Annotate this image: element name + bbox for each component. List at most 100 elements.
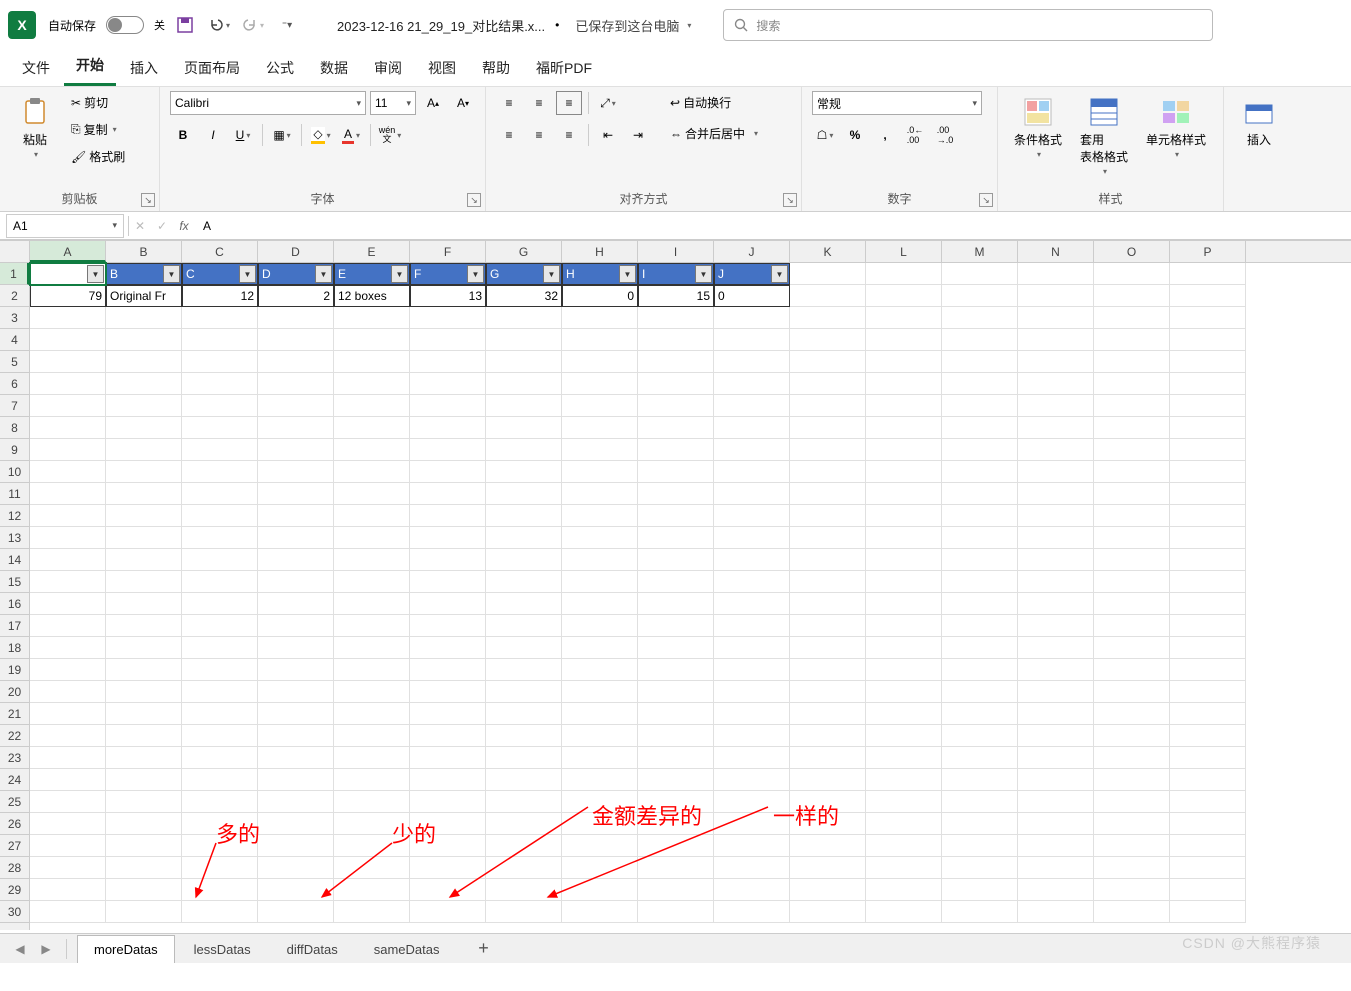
sheet-tab-diffdatas[interactable]: diffDatas (270, 935, 355, 963)
cell[interactable] (182, 637, 258, 659)
col-header-P[interactable]: P (1170, 241, 1246, 262)
cell[interactable] (942, 285, 1018, 307)
cell[interactable] (486, 527, 562, 549)
cell[interactable] (334, 395, 410, 417)
cell[interactable] (334, 549, 410, 571)
cell[interactable]: 2 (258, 285, 334, 307)
cell[interactable] (106, 527, 182, 549)
cell[interactable] (714, 461, 790, 483)
tab-foxit[interactable]: 福昕PDF (524, 52, 604, 86)
cell[interactable] (258, 637, 334, 659)
cell[interactable] (866, 285, 942, 307)
cell[interactable] (30, 857, 106, 879)
cell[interactable] (106, 901, 182, 923)
cell[interactable] (714, 659, 790, 681)
cell[interactable] (106, 703, 182, 725)
cell[interactable] (486, 483, 562, 505)
cell[interactable] (1094, 835, 1170, 857)
cell[interactable] (562, 879, 638, 901)
cell[interactable] (30, 439, 106, 461)
row-header-3[interactable]: 3 (0, 307, 29, 329)
cell[interactable] (334, 593, 410, 615)
cell[interactable] (258, 725, 334, 747)
cell[interactable] (182, 461, 258, 483)
cell[interactable] (714, 329, 790, 351)
cell[interactable] (410, 879, 486, 901)
cell[interactable] (1170, 637, 1246, 659)
cell[interactable] (790, 835, 866, 857)
cell[interactable] (866, 637, 942, 659)
grow-font-button[interactable]: A▴ (420, 91, 446, 115)
cell[interactable] (258, 813, 334, 835)
cell[interactable] (942, 395, 1018, 417)
cell[interactable] (562, 593, 638, 615)
col-header-L[interactable]: L (866, 241, 942, 262)
cell[interactable] (562, 505, 638, 527)
cell[interactable] (30, 593, 106, 615)
cell[interactable] (562, 527, 638, 549)
cell[interactable] (30, 549, 106, 571)
cell[interactable] (334, 483, 410, 505)
cell[interactable] (942, 329, 1018, 351)
cell[interactable] (1094, 505, 1170, 527)
cell[interactable] (258, 395, 334, 417)
row-header-19[interactable]: 19 (0, 659, 29, 681)
cell[interactable] (106, 813, 182, 835)
cell[interactable] (942, 659, 1018, 681)
cell[interactable] (714, 637, 790, 659)
cell[interactable] (942, 835, 1018, 857)
cell[interactable] (790, 263, 866, 285)
col-header-H[interactable]: H (562, 241, 638, 262)
cell[interactable] (638, 395, 714, 417)
cell[interactable] (1170, 329, 1246, 351)
cell[interactable] (1018, 505, 1094, 527)
cell[interactable] (942, 791, 1018, 813)
cell[interactable] (182, 439, 258, 461)
cell[interactable] (410, 461, 486, 483)
cell[interactable]: 0 (562, 285, 638, 307)
cell[interactable] (1018, 901, 1094, 923)
row-header-11[interactable]: 11 (0, 483, 29, 505)
cell[interactable] (1018, 747, 1094, 769)
formula-input[interactable]: A (195, 218, 1351, 233)
cell[interactable] (942, 857, 1018, 879)
font-launcher[interactable]: ↘ (467, 193, 481, 207)
cell[interactable] (182, 571, 258, 593)
cell[interactable] (714, 395, 790, 417)
cell[interactable] (1094, 593, 1170, 615)
cell[interactable] (714, 593, 790, 615)
cell[interactable] (942, 417, 1018, 439)
cell[interactable] (1094, 791, 1170, 813)
cell[interactable] (638, 307, 714, 329)
cell[interactable] (30, 725, 106, 747)
cell[interactable] (1094, 549, 1170, 571)
cell[interactable] (334, 703, 410, 725)
cell[interactable] (30, 615, 106, 637)
cell[interactable] (790, 527, 866, 549)
cell[interactable] (714, 857, 790, 879)
cell[interactable] (182, 505, 258, 527)
cell[interactable] (790, 879, 866, 901)
cell[interactable] (486, 395, 562, 417)
cell[interactable] (410, 329, 486, 351)
cell[interactable] (334, 351, 410, 373)
row-header-10[interactable]: 10 (0, 461, 29, 483)
row-header-2[interactable]: 2 (0, 285, 29, 307)
cell[interactable] (1094, 351, 1170, 373)
cell[interactable] (334, 901, 410, 923)
cell[interactable] (638, 703, 714, 725)
cell[interactable] (486, 791, 562, 813)
cell[interactable] (258, 791, 334, 813)
cell[interactable] (1094, 681, 1170, 703)
col-header-A[interactable]: A (30, 241, 106, 262)
cell[interactable] (334, 307, 410, 329)
redo-button[interactable]: ▾ (239, 11, 267, 39)
cell[interactable] (562, 439, 638, 461)
cell[interactable]: B▼ (106, 263, 182, 285)
cell[interactable] (866, 417, 942, 439)
row-header-12[interactable]: 12 (0, 505, 29, 527)
cell[interactable] (1170, 417, 1246, 439)
cell[interactable] (106, 417, 182, 439)
cell[interactable] (182, 769, 258, 791)
cell[interactable] (790, 395, 866, 417)
